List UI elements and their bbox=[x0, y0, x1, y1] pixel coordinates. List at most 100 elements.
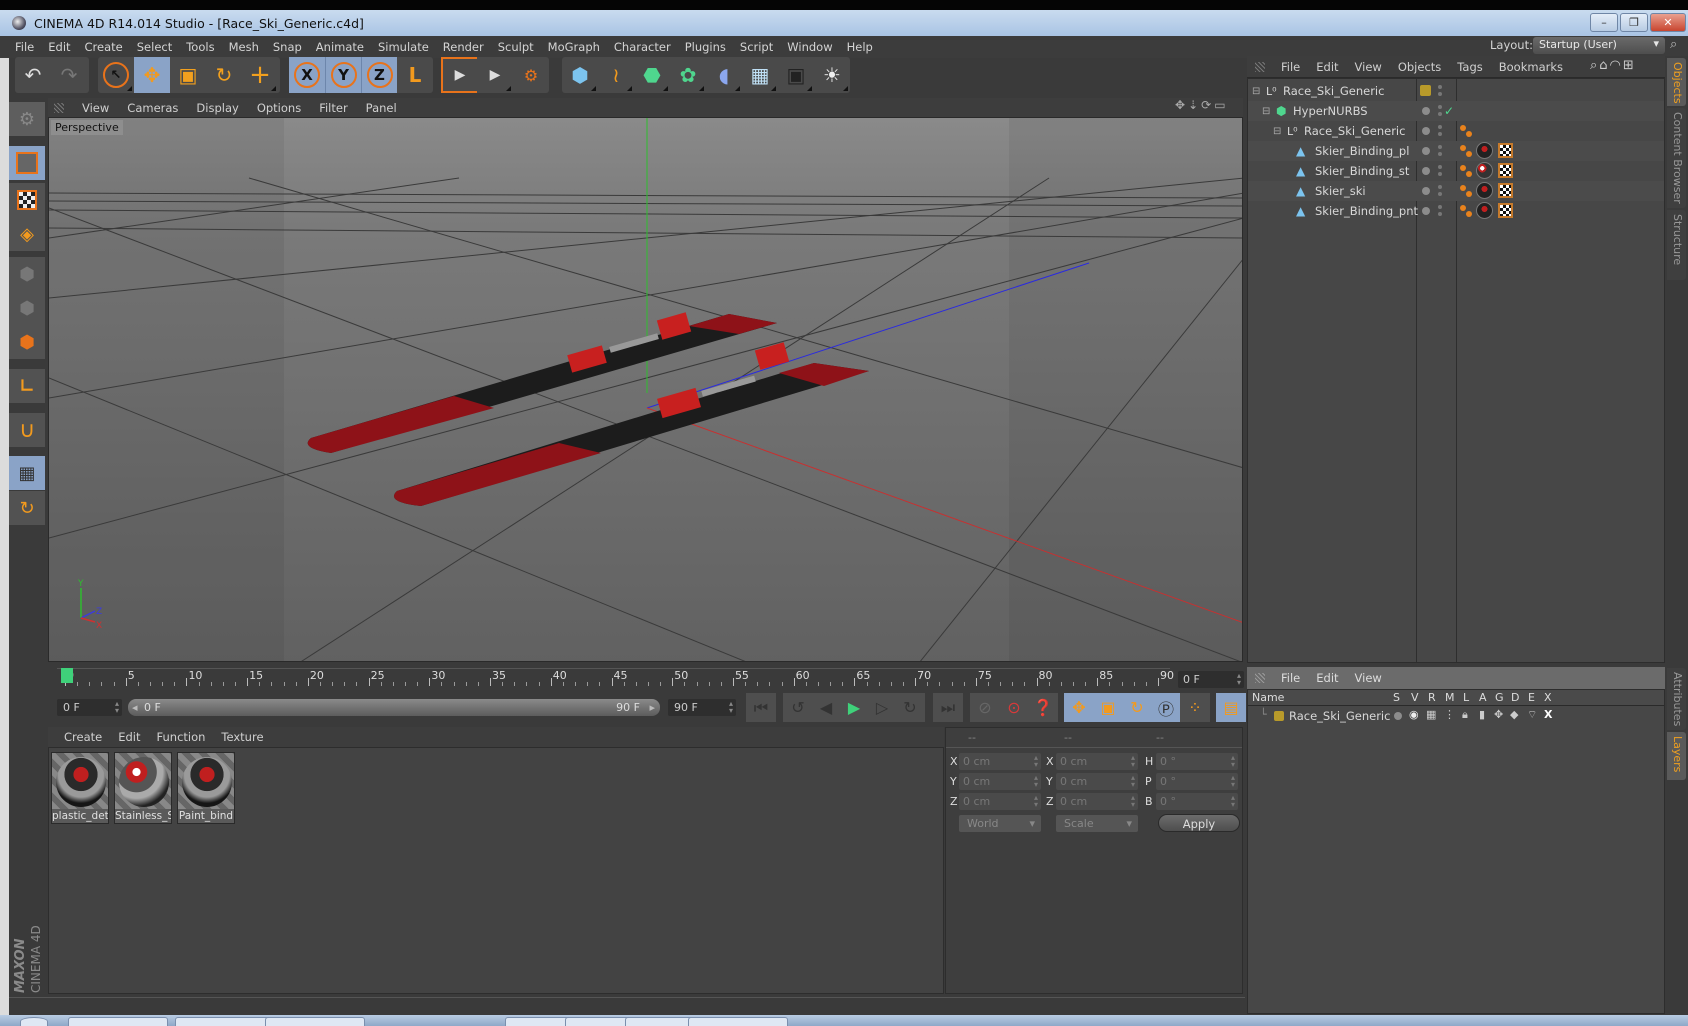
render-clapboard-icon[interactable]: ▦ bbox=[1426, 708, 1436, 721]
rotate-button[interactable]: ↻ bbox=[206, 57, 242, 93]
editor-visibility-icon[interactable] bbox=[1438, 125, 1442, 129]
editor-visibility-icon[interactable] bbox=[1438, 85, 1442, 89]
column-generators[interactable]: G bbox=[1495, 691, 1504, 704]
objects-menu-view[interactable]: View bbox=[1355, 60, 1382, 74]
render-view-button[interactable]: ▶ bbox=[441, 57, 477, 93]
model-mode-button[interactable] bbox=[9, 146, 45, 180]
z-axis-lock-button[interactable]: Z bbox=[361, 57, 397, 93]
menu-render[interactable]: Render bbox=[443, 40, 484, 54]
uvw-tag-icon[interactable] bbox=[1498, 183, 1513, 198]
render-visibility-icon[interactable] bbox=[1438, 172, 1442, 176]
deformer-icon[interactable]: ◆ bbox=[1510, 708, 1518, 721]
apply-button[interactable]: Apply bbox=[1158, 814, 1240, 832]
key-position-button[interactable]: ✥ bbox=[1064, 693, 1094, 722]
layer-dot-icon[interactable] bbox=[1422, 107, 1430, 115]
spinner-icon[interactable]: ▴ ▾ bbox=[1131, 754, 1135, 769]
uvw-tag-icon[interactable] bbox=[1498, 143, 1513, 158]
pos-x-field[interactable]: 0 cm ▴ ▾ bbox=[959, 753, 1041, 770]
spinner-icon[interactable]: ▴ ▾ bbox=[1231, 794, 1235, 809]
spinner-icon[interactable]: ▴ ▾ bbox=[1231, 774, 1235, 789]
uvw-tag-icon[interactable] bbox=[1498, 203, 1513, 218]
end-frame-field[interactable]: 90 F ▴ ▾ bbox=[668, 699, 736, 716]
material-swatch[interactable]: Paint_bind bbox=[177, 752, 235, 824]
material-tag-icon[interactable] bbox=[1476, 182, 1493, 199]
column-locked[interactable]: L bbox=[1463, 691, 1469, 704]
material-menu-function[interactable]: Function bbox=[157, 730, 206, 744]
frame-range-slider[interactable]: ◂ 0 F 90 F ▸ bbox=[128, 699, 660, 716]
spinner-icon[interactable]: ▴ ▾ bbox=[1034, 774, 1038, 789]
menu-animate[interactable]: Animate bbox=[316, 40, 364, 54]
go-to-end-button[interactable]: ⏭ bbox=[933, 693, 963, 722]
column-xrefs[interactable]: X bbox=[1544, 691, 1552, 704]
layer-color-icon[interactable] bbox=[1420, 85, 1431, 96]
render-visibility-icon[interactable] bbox=[1438, 212, 1442, 216]
layer-dot-icon[interactable] bbox=[1422, 167, 1430, 175]
phong-tag-icon[interactable] bbox=[1460, 165, 1466, 171]
menu-select[interactable]: Select bbox=[137, 40, 172, 54]
layer-dot-icon[interactable] bbox=[1422, 147, 1430, 155]
column-deformers[interactable]: D bbox=[1511, 691, 1519, 704]
viewport-menu-options[interactable]: Options bbox=[257, 101, 301, 115]
material-menu-texture[interactable]: Texture bbox=[221, 730, 263, 744]
objects-menu-edit[interactable]: Edit bbox=[1316, 60, 1338, 74]
search-icon[interactable]: ⌕ bbox=[1670, 37, 1677, 52]
layer-row[interactable]: └ Race_Ski_Generic ◉ ▦ ⋮ 🔒︎ ▮ ✥ ◆ ⌔ X bbox=[1248, 707, 1664, 725]
spinner-icon[interactable]: ▴ ▾ bbox=[1034, 754, 1038, 769]
viewport-menu-view[interactable]: View bbox=[82, 101, 109, 115]
menu-tools[interactable]: Tools bbox=[186, 40, 214, 54]
size-x-field[interactable]: 0 cm ▴ ▾ bbox=[1056, 753, 1138, 770]
column-animation[interactable]: A bbox=[1479, 691, 1487, 704]
objects-menu-tags[interactable]: Tags bbox=[1457, 60, 1482, 74]
render-visibility-icon[interactable] bbox=[1438, 112, 1442, 116]
taskbar-item[interactable] bbox=[68, 1017, 168, 1026]
panel-grip-icon[interactable] bbox=[1255, 61, 1265, 72]
zoom-icon[interactable]: ⇣ bbox=[1188, 98, 1201, 112]
x-axis-lock-button[interactable]: X bbox=[289, 57, 325, 93]
axis-mode-button[interactable]: ∟ bbox=[9, 369, 45, 403]
menu-snap[interactable]: Snap bbox=[273, 40, 302, 54]
column-name[interactable]: Name bbox=[1252, 691, 1284, 704]
viewport-camera-label[interactable]: Perspective bbox=[51, 120, 123, 135]
key-parameter-button[interactable]: Ⓟ bbox=[1151, 693, 1181, 722]
tab-attributes[interactable]: Attributes bbox=[1667, 668, 1686, 730]
expression-icon[interactable]: ⌔ bbox=[1527, 708, 1537, 722]
phong-tag-icon[interactable] bbox=[1460, 145, 1466, 151]
objects-menu-objects[interactable]: Objects bbox=[1398, 60, 1441, 74]
orbit-icon[interactable]: ⟳ bbox=[1201, 98, 1214, 112]
column-solo[interactable]: S bbox=[1393, 691, 1400, 704]
tab-content-browser[interactable]: Content Browser bbox=[1667, 108, 1686, 208]
render-visibility-icon[interactable] bbox=[1438, 192, 1442, 196]
layer-color-swatch[interactable] bbox=[1274, 711, 1284, 721]
start-frame-field[interactable]: 0 F ▴ ▾ bbox=[57, 699, 122, 716]
recent-tool-button[interactable]: + bbox=[242, 57, 278, 93]
redo-button[interactable]: ↷ bbox=[51, 57, 87, 93]
edges-mode-button[interactable]: ⬢ bbox=[9, 291, 45, 325]
object-row[interactable]: ▲ Skier_Binding_st bbox=[1248, 161, 1664, 181]
eye-icon[interactable]: ◉ bbox=[1409, 708, 1419, 721]
material-swatch[interactable]: Stainless_S bbox=[114, 752, 172, 824]
collapse-icon[interactable]: ⊟ bbox=[1262, 106, 1270, 117]
menu-mograph[interactable]: MoGraph bbox=[548, 40, 600, 54]
coordinate-mode-dropdown[interactable]: World ▾ bbox=[959, 815, 1041, 832]
collapse-icon[interactable]: ⊟ bbox=[1252, 86, 1260, 97]
record-position-button[interactable]: ⊘ bbox=[970, 693, 1000, 722]
keyframe-selection-button[interactable]: ❓ bbox=[1028, 693, 1058, 722]
workplane-mode-button[interactable]: ◈ bbox=[9, 217, 45, 251]
editor-visibility-icon[interactable] bbox=[1438, 185, 1442, 189]
taskbar-item[interactable] bbox=[175, 1017, 275, 1026]
points-mode-button[interactable]: ⬢ bbox=[9, 257, 45, 291]
next-key-button[interactable]: ↻ bbox=[895, 693, 925, 722]
menu-plugins[interactable]: Plugins bbox=[685, 40, 726, 54]
spline-button[interactable]: ≀ bbox=[598, 57, 634, 93]
size-y-field[interactable]: 0 cm ▴ ▾ bbox=[1056, 773, 1138, 790]
menu-script[interactable]: Script bbox=[740, 40, 773, 54]
home-icon[interactable]: ⌂ bbox=[1599, 58, 1609, 73]
collapse-icon[interactable]: ⊟ bbox=[1273, 126, 1281, 137]
nurbs-button[interactable]: ⬣ bbox=[634, 57, 670, 93]
taskbar-item[interactable] bbox=[688, 1017, 788, 1026]
spinner-icon[interactable]: ▴ ▾ bbox=[1034, 794, 1038, 809]
restore-button[interactable]: ❐ bbox=[1620, 13, 1648, 32]
layout-dropdown[interactable]: Startup (User) ▾ bbox=[1533, 37, 1665, 54]
object-row[interactable]: ⊟ ⬢ HyperNURBS ✓ bbox=[1248, 101, 1664, 121]
texture-mode-button[interactable] bbox=[9, 183, 45, 217]
